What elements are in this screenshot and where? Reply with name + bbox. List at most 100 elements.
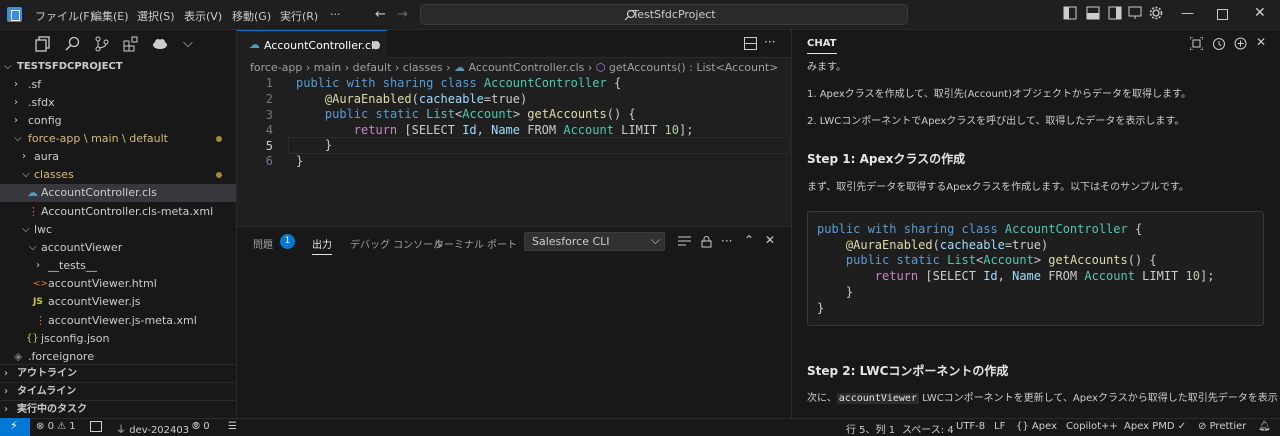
toggle-panel-icon[interactable] bbox=[1086, 6, 1100, 20]
tree-file-account-controller-meta[interactable]: ⋮ AccountController.cls-meta.xml bbox=[0, 203, 236, 221]
tree-folder-force-app[interactable]: ⌵ force-app \ main \ default bbox=[0, 130, 236, 148]
running-tasks-section[interactable]: › 実行中のタスク bbox=[0, 400, 236, 418]
panel-tab-debug-console[interactable]: デバッグ コンソール bbox=[350, 236, 443, 251]
panel-toggle-icon[interactable] bbox=[90, 421, 102, 432]
tree-label: aura bbox=[34, 150, 59, 163]
menu-go[interactable]: 移動(G) bbox=[232, 8, 271, 24]
menu-more[interactable]: ··· bbox=[330, 8, 341, 21]
problems-status[interactable]: ⊗ 0 ⚠ 1 bbox=[36, 421, 76, 432]
explorer-project-header[interactable]: ⌵ TESTSFDCPROJECT bbox=[0, 58, 236, 76]
eol-status[interactable]: LF bbox=[994, 421, 1005, 432]
tree-file-account-viewer-meta[interactable]: ⋮ accountViewer.js-meta.xml bbox=[0, 312, 236, 330]
tree-file-account-viewer-html[interactable]: <> accountViewer.html bbox=[0, 275, 236, 293]
new-chat-icon[interactable] bbox=[1234, 37, 1247, 50]
output-channel-select[interactable]: Salesforce CLI ⌵ bbox=[524, 232, 665, 251]
source-control-icon[interactable] bbox=[94, 36, 110, 52]
chat-code-content: public with sharing class AccountControl… bbox=[817, 222, 1214, 316]
tree-label: jsconfig.json bbox=[41, 332, 110, 345]
maximize-icon[interactable] bbox=[1217, 9, 1228, 20]
line-number: 1 bbox=[265, 76, 273, 90]
tree-folder-sfdx[interactable]: › .sfdx bbox=[0, 94, 236, 112]
outline-section[interactable]: › アウトライン bbox=[0, 364, 236, 382]
tree-folder-lwc[interactable]: ⌵ lwc bbox=[0, 221, 236, 239]
tree-folder-account-viewer[interactable]: ⌵ accountViewer bbox=[0, 239, 236, 257]
code-editor[interactable]: public with sharing class AccountControl… bbox=[296, 76, 693, 170]
extensions-icon[interactable] bbox=[123, 36, 139, 52]
breadcrumb-item[interactable]: classes bbox=[403, 61, 443, 74]
wrap-lines-icon[interactable] bbox=[678, 236, 691, 247]
menu-view[interactable]: 表示(V) bbox=[184, 8, 222, 24]
chat-toggle-icon[interactable] bbox=[1128, 6, 1142, 20]
error-icon: ⊗ bbox=[36, 421, 45, 432]
maximize-panel-icon[interactable]: ⌃ bbox=[744, 233, 754, 247]
panel-tab-terminal[interactable]: ターミナル bbox=[434, 236, 484, 251]
toggle-secondary-sidebar-icon[interactable] bbox=[1108, 6, 1122, 20]
menu-run[interactable]: 実行(R) bbox=[280, 8, 318, 24]
tree-folder-sf[interactable]: › .sf bbox=[0, 76, 236, 94]
breadcrumb-item[interactable]: force-app bbox=[250, 61, 302, 74]
line-number: 6 bbox=[265, 154, 273, 168]
cursor-position[interactable]: 行 5、列 1 bbox=[846, 421, 895, 436]
line-number: 2 bbox=[265, 92, 273, 106]
language-status[interactable]: {} Apex bbox=[1016, 421, 1057, 432]
panel-tab-problems[interactable]: 問題 bbox=[253, 236, 273, 251]
back-arrow-icon[interactable]: ← bbox=[375, 7, 386, 22]
close-chat-icon[interactable]: ✕ bbox=[1256, 35, 1266, 49]
explorer-files-icon[interactable] bbox=[35, 36, 51, 52]
editor-more-actions-icon[interactable]: ··· bbox=[764, 35, 775, 49]
tree-label: config bbox=[28, 114, 62, 127]
tree-file-account-controller[interactable]: ☁ AccountController.cls bbox=[0, 184, 236, 202]
apex-pmd-status[interactable]: Apex PMD ✓ bbox=[1124, 421, 1186, 432]
forward-arrow-icon[interactable]: → bbox=[397, 7, 408, 22]
salesforce-cloud-icon[interactable] bbox=[152, 36, 168, 52]
tab-label: AccountController.cls bbox=[264, 39, 380, 52]
json-file-icon: {} bbox=[26, 333, 39, 344]
menu-edit[interactable]: 編集(E) bbox=[91, 8, 129, 24]
tree-file-jsconfig[interactable]: {} jsconfig.json bbox=[0, 330, 236, 348]
prettier-icon: ⊘ bbox=[1198, 421, 1207, 432]
prettier-status[interactable]: ⊘ Prettier bbox=[1198, 421, 1246, 432]
panel-tab-output[interactable]: 出力 bbox=[312, 236, 332, 255]
tree-folder-tests[interactable]: › __tests__ bbox=[0, 257, 236, 275]
chat-text-fragment: 次に、 bbox=[807, 393, 837, 404]
minimize-icon[interactable]: — bbox=[1181, 6, 1194, 21]
breadcrumb-item[interactable]: AccountController.cls bbox=[469, 61, 585, 74]
breadcrumb-item[interactable]: getAccounts() : List<Account> bbox=[609, 61, 779, 74]
menu-selection[interactable]: 選択(S) bbox=[137, 8, 175, 24]
chat-message-text: 2. LWCコンポーネントでApexクラスを呼び出して、取得したデータを表示しま… bbox=[807, 116, 1185, 127]
lock-scroll-icon[interactable] bbox=[701, 235, 712, 248]
menu-file[interactable]: ファイル(F) bbox=[35, 8, 94, 24]
notifications-bell-icon[interactable]: 🔔︎ bbox=[1258, 421, 1271, 432]
tree-file-account-viewer-js[interactable]: JS accountViewer.js bbox=[0, 293, 236, 311]
history-icon[interactable] bbox=[1212, 37, 1225, 50]
panel-tab-ports[interactable]: ポート bbox=[487, 236, 517, 251]
ports-status[interactable]: ⦾ 0 bbox=[192, 421, 210, 432]
expand-chat-icon[interactable] bbox=[1190, 37, 1203, 50]
unsaved-dot-icon[interactable]: ● bbox=[371, 38, 381, 51]
breadcrumb-item[interactable]: default bbox=[353, 61, 392, 74]
org-status[interactable]: ⏚ dev-202403 bbox=[116, 421, 189, 436]
timeline-section[interactable]: › タイムライン bbox=[0, 382, 236, 400]
code-line: } bbox=[817, 284, 854, 299]
tree-folder-aura[interactable]: › aura bbox=[0, 148, 236, 166]
modified-dot bbox=[216, 172, 222, 178]
split-editor-icon[interactable] bbox=[744, 37, 757, 50]
menu-lines-icon[interactable]: ☰ bbox=[228, 421, 237, 432]
remote-indicator[interactable]: ⚡ bbox=[0, 418, 30, 436]
tab-account-controller[interactable]: ☁ AccountController.cls ● bbox=[237, 30, 387, 58]
toggle-primary-sidebar-icon[interactable] bbox=[1063, 6, 1077, 20]
close-panel-icon[interactable]: ✕ bbox=[765, 233, 775, 247]
xml-file-icon: ⋮ bbox=[28, 205, 39, 218]
copilot-status[interactable]: Copilot++ bbox=[1066, 421, 1118, 432]
more-views-chevron-icon[interactable]: ⌵ bbox=[183, 36, 193, 51]
tree-folder-classes[interactable]: ⌵ classes bbox=[0, 166, 236, 184]
breadcrumb-item[interactable]: main bbox=[314, 61, 341, 74]
encoding-status[interactable]: UTF-8 bbox=[956, 421, 985, 432]
panel-more-actions-icon[interactable]: ··· bbox=[721, 234, 732, 248]
close-window-icon[interactable]: ✕ bbox=[1254, 5, 1266, 21]
indentation-status[interactable]: スペース: 4 bbox=[902, 421, 954, 436]
settings-gear-icon[interactable] bbox=[1149, 6, 1163, 20]
tree-folder-config[interactable]: › config bbox=[0, 112, 236, 130]
search-sidebar-icon[interactable] bbox=[65, 36, 81, 52]
code-line: return [SELECT Id, Name FROM Account LIM… bbox=[874, 269, 1215, 284]
